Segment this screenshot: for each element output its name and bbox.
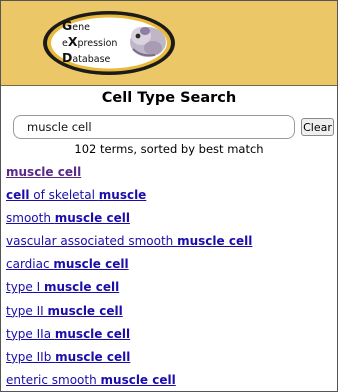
match-highlight: muscle cell bbox=[54, 326, 131, 341]
logo-line-gene: Gene bbox=[62, 18, 90, 34]
result-link[interactable]: muscle cell bbox=[6, 165, 81, 179]
match-highlight: muscle cell bbox=[47, 303, 123, 318]
result-text: type IIb bbox=[6, 349, 56, 364]
result-link[interactable]: enteric smooth muscle cell bbox=[6, 373, 176, 387]
list-item: type I muscle cell bbox=[6, 279, 336, 302]
match-highlight: muscle cell bbox=[177, 234, 253, 249]
logo-line-database: Database bbox=[62, 50, 111, 66]
match-highlight: muscle cell bbox=[43, 280, 120, 295]
match-highlight: muscle cell bbox=[53, 257, 129, 272]
mouse-embryo-icon bbox=[130, 27, 166, 57]
result-link[interactable]: type IIb muscle cell bbox=[6, 350, 130, 364]
match-highlight: muscle cell bbox=[100, 372, 176, 387]
list-item: cardiac muscle cell bbox=[6, 256, 336, 279]
results-list: muscle cell cell of skeletal muscle smooth… bbox=[6, 164, 336, 391]
list-item: type IIa muscle cell bbox=[6, 326, 336, 349]
result-text: of skeletal bbox=[29, 188, 99, 203]
match-highlight: muscle cell bbox=[6, 165, 82, 179]
result-text: cardiac bbox=[6, 257, 54, 272]
result-text: type IIa bbox=[6, 326, 55, 341]
logo-line-expression: eXpression bbox=[62, 34, 118, 50]
result-summary: 102 terms, sorted by best match bbox=[74, 142, 264, 156]
result-text: type I bbox=[6, 280, 44, 295]
result-text: type II bbox=[6, 303, 48, 318]
result-link[interactable]: type II muscle cell bbox=[6, 304, 123, 318]
match-highlight: muscle cell bbox=[55, 349, 131, 364]
list-item: muscle cell bbox=[6, 164, 336, 187]
result-link[interactable]: type I muscle cell bbox=[6, 280, 119, 294]
result-link[interactable]: smooth muscle cell bbox=[6, 211, 130, 225]
list-item: enteric smooth muscle cell bbox=[6, 372, 336, 391]
result-link[interactable]: cell of skeletal muscle bbox=[6, 188, 146, 202]
result-link[interactable]: type IIa muscle cell bbox=[6, 327, 130, 341]
match-highlight: muscle cell bbox=[54, 211, 130, 226]
search-input[interactable] bbox=[13, 115, 295, 139]
list-item: type II muscle cell bbox=[6, 303, 336, 326]
list-item: cell of skeletal muscle bbox=[6, 187, 336, 210]
logo-wordmark: Gene eXpression Database bbox=[62, 19, 117, 67]
match-highlight: muscle bbox=[98, 188, 147, 203]
list-item: type IIb muscle cell bbox=[6, 349, 336, 372]
match-highlight: cell bbox=[6, 188, 30, 203]
result-text: vascular associated smooth bbox=[6, 234, 178, 249]
list-item: vascular associated smooth muscle cell bbox=[6, 233, 336, 256]
clear-button[interactable]: Clear bbox=[301, 118, 334, 136]
result-text: smooth bbox=[6, 211, 55, 226]
app-frame: Gene eXpression Database Cell Type Searc… bbox=[0, 0, 338, 392]
page-title: Cell Type Search bbox=[101, 90, 237, 106]
gxd-logo-icon[interactable]: Gene eXpression Database bbox=[41, 9, 177, 77]
result-link[interactable]: cardiac muscle cell bbox=[6, 257, 129, 271]
header-banner: Gene eXpression Database bbox=[1, 1, 337, 86]
result-link[interactable]: vascular associated smooth muscle cell bbox=[6, 234, 252, 248]
result-text: enteric smooth bbox=[6, 372, 101, 387]
list-item: smooth muscle cell bbox=[6, 210, 336, 233]
